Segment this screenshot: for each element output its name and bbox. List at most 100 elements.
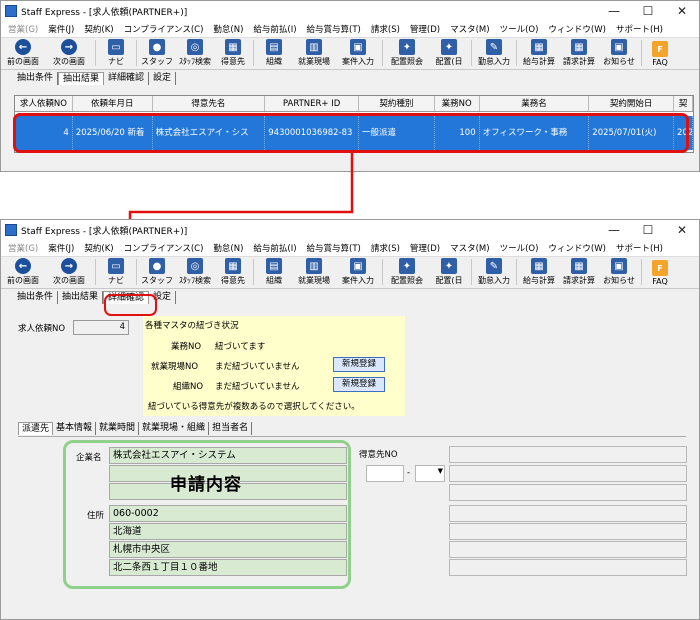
menu-billing[interactable]: 請求(S): [366, 242, 405, 254]
billing-button[interactable]: ▦ 請求計算: [559, 257, 599, 286]
maximize-button[interactable]: ☐: [631, 223, 665, 237]
dispatch-day-button[interactable]: ✦ 配置(日: [429, 257, 469, 286]
job-entry-button[interactable]: ▣ 案件入力: [336, 38, 380, 67]
menu-master[interactable]: マスタ(M): [445, 242, 494, 254]
subtab-site-org[interactable]: 就業現場・組織: [139, 422, 210, 435]
next-screen-button[interactable]: → 次の画面: [45, 257, 93, 286]
attendance-button[interactable]: ✎ 勤怠入力: [474, 257, 514, 286]
menu-billing[interactable]: 請求(S): [366, 23, 405, 35]
column-header[interactable]: 依頼年月日: [73, 96, 153, 111]
column-header[interactable]: 業務NO: [435, 96, 480, 111]
tab-extract-conditions[interactable]: 抽出条件: [13, 291, 59, 304]
column-header[interactable]: 契約開始日: [589, 96, 675, 111]
menu-advance-pay[interactable]: 給与前払(I): [248, 242, 301, 254]
client-field-7[interactable]: [449, 559, 687, 576]
client-field-6[interactable]: [449, 541, 687, 558]
notice-icon: ▣: [611, 258, 627, 274]
next-screen-button[interactable]: → 次の画面: [45, 38, 93, 67]
register-site-button[interactable]: 新規登録: [333, 357, 385, 372]
dispatch-inquiry-button[interactable]: ✦ 配置照会: [385, 38, 429, 67]
tab-extract-conditions[interactable]: 抽出条件: [13, 72, 59, 85]
faq-button[interactable]: F FAQ: [644, 38, 676, 67]
maximize-button[interactable]: ☐: [631, 4, 665, 18]
salary-icon: ▦: [531, 258, 547, 274]
job-entry-button[interactable]: ▣ 案件入力: [336, 257, 380, 286]
billing-button[interactable]: ▦ 請求計算: [559, 38, 599, 67]
navi-button[interactable]: ▭ ナビ: [98, 38, 134, 67]
menu-admin[interactable]: 管理(D): [405, 23, 445, 35]
menu-contract[interactable]: 契約(K): [79, 23, 118, 35]
menu-sales[interactable]: 営業(G): [3, 242, 43, 254]
menu-payroll[interactable]: 給与賞与算(T): [302, 23, 366, 35]
org-button[interactable]: ▤ 組織: [256, 38, 292, 67]
client-no-dropdown[interactable]: ▼: [415, 465, 445, 482]
client-button[interactable]: ▦ 得意先: [215, 38, 251, 67]
attendance-button[interactable]: ✎ 勤怠入力: [474, 38, 514, 67]
prev-screen-button[interactable]: ← 前の画面: [1, 38, 45, 67]
client-no-input[interactable]: [366, 465, 404, 482]
menu-master[interactable]: マスタ(M): [445, 23, 494, 35]
menu-tools[interactable]: ツール(O): [495, 23, 544, 35]
navi-button[interactable]: ▭ ナビ: [98, 257, 134, 286]
column-header[interactable]: PARTNER+ ID: [265, 96, 359, 111]
notice-button[interactable]: ▣ お知らせ: [599, 38, 639, 67]
client-field-1[interactable]: [449, 446, 687, 463]
window-title: Staff Express - [求人依頼(PARTNER+)]: [21, 7, 188, 18]
menu-payroll[interactable]: 給与賞与算(T): [302, 242, 366, 254]
staff-button[interactable]: ● スタッフ: [139, 38, 175, 67]
menu-window[interactable]: ウィンドウ(W): [543, 242, 611, 254]
minimize-button[interactable]: —: [597, 223, 631, 237]
column-header[interactable]: 求人依頼NO: [15, 96, 73, 111]
column-header[interactable]: 業務名: [480, 96, 590, 111]
subtab-basic-info[interactable]: 基本情報: [53, 422, 97, 435]
client-field-3[interactable]: [449, 484, 687, 501]
staff-button[interactable]: ● スタッフ: [139, 257, 175, 286]
subtab-work-hours[interactable]: 就業時間: [96, 422, 140, 435]
notice-button[interactable]: ▣ お知らせ: [599, 257, 639, 286]
close-button[interactable]: ✕: [665, 4, 699, 18]
dispatch-inquiry-button[interactable]: ✦ 配置照会: [385, 257, 429, 286]
tab-detail-check[interactable]: 詳細確認: [104, 72, 150, 85]
column-header[interactable]: 得意先名: [153, 96, 266, 111]
org-button[interactable]: ▤ 組織: [256, 257, 292, 286]
site-button[interactable]: ▥ 就業現場: [292, 38, 336, 67]
menu-window[interactable]: ウィンドウ(W): [543, 23, 611, 35]
close-button[interactable]: ✕: [665, 223, 699, 237]
menu-attendance[interactable]: 勤怠(N): [208, 23, 248, 35]
prev-screen-button[interactable]: ← 前の画面: [1, 257, 45, 286]
client-button[interactable]: ▦ 得意先: [215, 257, 251, 286]
menu-compliance[interactable]: コンプライアンス(C): [119, 242, 209, 254]
register-org-button[interactable]: 新規登録: [333, 377, 385, 392]
menu-advance-pay[interactable]: 給与前払(I): [248, 23, 301, 35]
menu-support[interactable]: サポート(H): [611, 242, 668, 254]
dispatch-day-button[interactable]: ✦ 配置(日: [429, 38, 469, 67]
site-button[interactable]: ▥ 就業現場: [292, 257, 336, 286]
menu-compliance[interactable]: コンプライアンス(C): [119, 23, 209, 35]
menu-sales[interactable]: 営業(G): [3, 23, 43, 35]
separator: [95, 259, 96, 285]
salary-button[interactable]: ▦ 給与計算: [519, 257, 559, 286]
menu-tools[interactable]: ツール(O): [495, 242, 544, 254]
menu-attendance[interactable]: 勤怠(N): [208, 242, 248, 254]
client-field-4[interactable]: [449, 505, 687, 522]
tab-extract-results[interactable]: 抽出結果: [58, 291, 104, 304]
staff-search-button[interactable]: ◎ ｽﾀｯﾌ検索: [175, 257, 215, 286]
menu-admin[interactable]: 管理(D): [405, 242, 445, 254]
staff-search-button[interactable]: ◎ ｽﾀｯﾌ検索: [175, 38, 215, 67]
menu-job[interactable]: 案件(J): [43, 242, 79, 254]
client-field-2[interactable]: [449, 465, 687, 482]
subtab-contact-person[interactable]: 担当者名: [209, 422, 253, 435]
menu-support[interactable]: サポート(H): [611, 23, 668, 35]
navi-label: ナビ: [108, 276, 124, 285]
faq-button[interactable]: F FAQ: [644, 257, 676, 286]
menu-job[interactable]: 案件(J): [43, 23, 79, 35]
tab-settings[interactable]: 設定: [149, 72, 177, 85]
tab-extract-results[interactable]: 抽出結果: [58, 72, 105, 85]
minimize-button[interactable]: —: [597, 4, 631, 18]
menu-contract[interactable]: 契約(K): [79, 242, 118, 254]
subtab-dispatch-dest[interactable]: 派遣先: [18, 422, 54, 435]
column-header[interactable]: 契: [674, 96, 693, 111]
column-header[interactable]: 契約種別: [359, 96, 435, 111]
salary-button[interactable]: ▦ 給与計算: [519, 38, 559, 67]
client-field-5[interactable]: [449, 523, 687, 540]
